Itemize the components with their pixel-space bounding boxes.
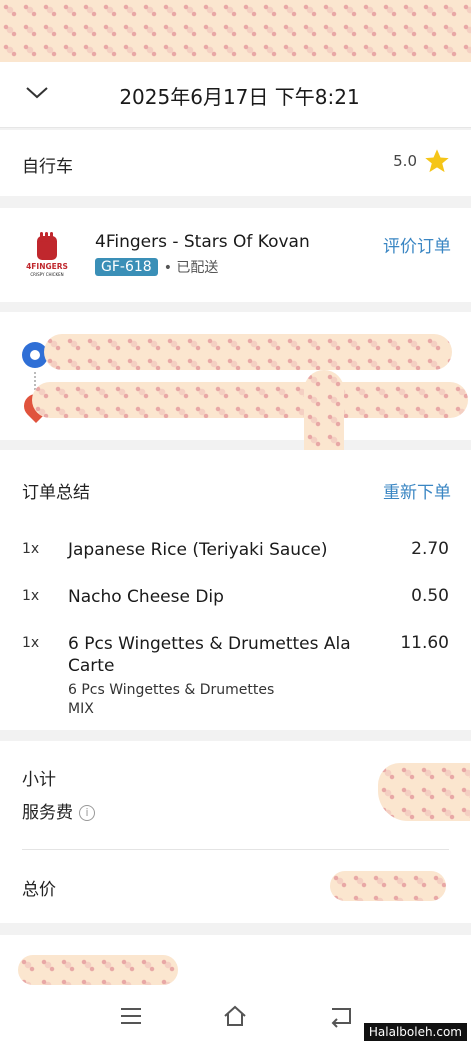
- payment-card: [0, 935, 471, 991]
- item-qty: 1x: [22, 541, 40, 557]
- item-qty: 1x: [22, 635, 40, 651]
- vehicle-card: 自行车 5.0: [0, 130, 471, 196]
- order-row: GF-618 • 已配送: [95, 257, 218, 277]
- logo-text: 4FINGERS: [26, 262, 68, 271]
- order-id-badge: GF-618: [95, 258, 158, 276]
- vehicle-label: 自行车: [22, 157, 73, 177]
- item-name: Nacho Cheese Dip: [68, 587, 224, 607]
- page-title: 2025年6月17日 下午8:21: [119, 85, 360, 109]
- item-price: 2.70: [411, 539, 449, 559]
- payment-info-redacted: [18, 955, 178, 985]
- home-icon[interactable]: [222, 1003, 248, 1029]
- totals-card: 小计 服务费 i 总价: [0, 741, 471, 923]
- subtotal-label: 小计: [22, 770, 56, 790]
- total-amount-redacted: [330, 871, 446, 901]
- item-option: MIX: [68, 701, 94, 717]
- order-status-text: 已配送: [176, 260, 219, 276]
- item-qty: 1x: [22, 588, 40, 604]
- status-bar-redacted: [0, 0, 471, 68]
- divider: [22, 849, 449, 850]
- total-label: 总价: [22, 880, 56, 900]
- watermark: Halalboleh.com: [363, 1023, 467, 1041]
- store-name: 4Fingers - Stars Of Kovan: [95, 232, 310, 252]
- logo-subtext: CRISPY CHICKEN: [30, 272, 63, 277]
- route-card: [0, 312, 471, 440]
- service-fee-text: 服务费: [22, 803, 73, 823]
- item-price: 0.50: [411, 586, 449, 606]
- store-card[interactable]: 4FINGERS CRISPY CHICKEN 4Fingers - Stars…: [0, 208, 471, 302]
- rating-value: 5.0: [393, 152, 417, 170]
- item-name: Japanese Rice (Teriyaki Sauce): [68, 540, 328, 560]
- rate-order-link[interactable]: 评价订单: [383, 232, 451, 257]
- fee-amounts-redacted: [378, 763, 470, 821]
- back-icon[interactable]: [328, 1003, 354, 1029]
- store-logo: 4FINGERS CRISPY CHICKEN: [26, 232, 68, 277]
- reorder-button[interactable]: 重新下单: [383, 478, 451, 503]
- pickup-address-redacted: [44, 334, 452, 370]
- service-fee-label: 服务费 i: [22, 798, 95, 823]
- order-summary-card: 订单总结 重新下单 1x Japanese Rice (Teriyaki Sau…: [0, 450, 471, 730]
- order-summary-title: 订单总结: [22, 483, 90, 503]
- dropoff-address-redacted: [32, 382, 468, 418]
- item-option: 6 Pcs Wingettes & Drumettes: [68, 682, 275, 698]
- item-price: 11.60: [400, 633, 449, 653]
- info-icon[interactable]: i: [79, 805, 95, 821]
- menu-icon[interactable]: [118, 1003, 144, 1029]
- header: 2025年6月17日 下午8:21: [0, 62, 471, 128]
- item-name: 6 Pcs Wingettes & Drumettes Ala Carte: [68, 634, 351, 676]
- order-status: • 已配送: [163, 260, 219, 276]
- rating: 5.0: [393, 147, 451, 175]
- star-icon: [425, 149, 449, 173]
